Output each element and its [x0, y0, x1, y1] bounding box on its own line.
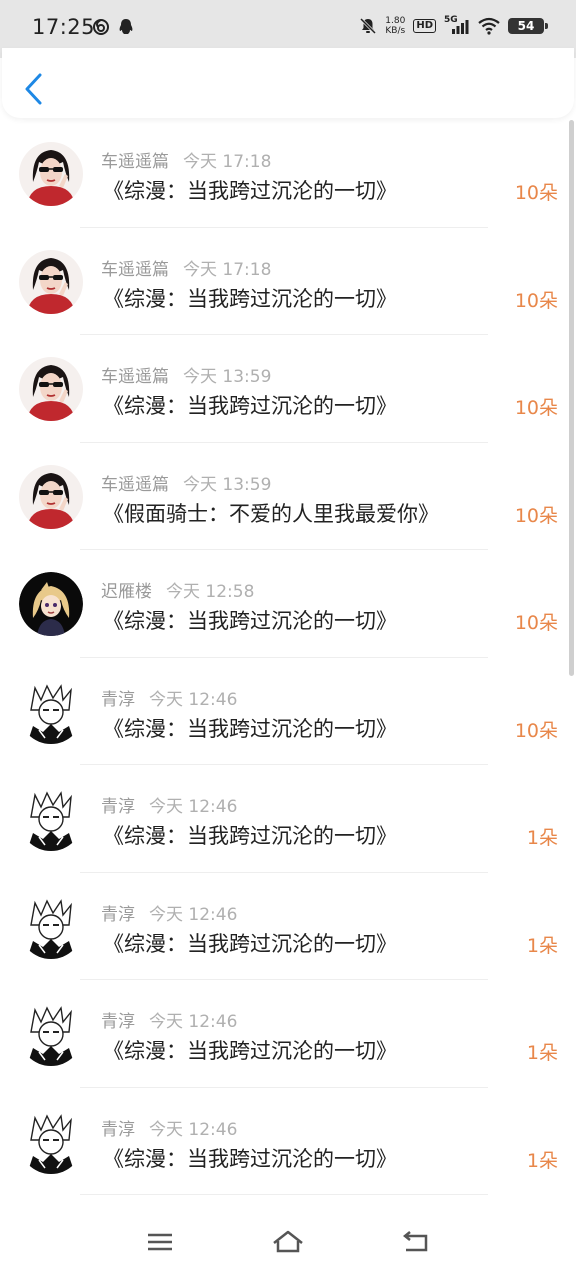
book-title: 《综漫：当我跨过沉沦的一切》: [103, 179, 397, 203]
status-right-icons: 1.80 KB/s HD 5G 54: [359, 15, 548, 36]
avatar-sketch-anime[interactable]: [19, 679, 83, 744]
top-app-bar: [2, 48, 574, 118]
chevron-left-icon: [25, 73, 42, 105]
recent-apps-button[interactable]: [140, 1226, 180, 1258]
username: 青淳: [101, 797, 135, 817]
flower-amount: 10朵: [514, 397, 558, 419]
list-item[interactable]: 迟雁楼 今天 12:58 《综漫：当我跨过沉沦的一切》 10朵: [0, 550, 576, 658]
book-title: 《综漫：当我跨过沉沦的一切》: [103, 1146, 397, 1171]
record-meta: 车遥遥篇 今天 13:59: [101, 362, 271, 387]
record-meta: 青淳 今天 12:46: [101, 1115, 237, 1140]
battery-indicator: 54: [508, 18, 548, 34]
avatar-sketch-anime[interactable]: [19, 1002, 83, 1066]
net-speed-value: 1.80: [385, 16, 406, 26]
avatar-sketch-anime[interactable]: [19, 894, 83, 959]
book-title: 《综漫：当我跨过沉沦的一切》: [103, 609, 397, 633]
book-title: 《综漫：当我跨过沉沦的一切》: [103, 1039, 397, 1063]
flower-amount: 10朵: [514, 504, 558, 527]
timestamp: 今天 12:58: [166, 582, 255, 602]
list-item[interactable]: 车遥遥篇 今天 17:18 《综漫：当我跨过沉沦的一切》 10朵: [0, 228, 576, 335]
timestamp: 今天 12:46: [149, 1012, 238, 1032]
status-left-icons: [92, 18, 134, 36]
book-title: 《综漫：当我跨过沉沦的一切》: [103, 716, 397, 741]
back-icon: [402, 1231, 428, 1252]
hd-badge: HD: [413, 19, 436, 33]
username: 青淳: [101, 1012, 135, 1032]
flower-amount: 1朵: [526, 1149, 558, 1172]
status-time: 17:25: [32, 15, 96, 39]
flower-amount: 10朵: [514, 719, 558, 742]
home-icon: [273, 1230, 303, 1253]
net-speed: 1.80 KB/s: [385, 16, 405, 36]
avatar-sketch-anime[interactable]: [19, 787, 83, 851]
record-meta: 青淳 今天 12:46: [101, 685, 237, 710]
book-title: 《综漫：当我跨过沉沦的一切》: [103, 286, 397, 311]
record-meta: 青淳 今天 12:46: [101, 1007, 237, 1032]
signal-5g-label: 5G: [444, 15, 458, 25]
swirl-app-icon: [93, 19, 109, 35]
timestamp: 今天 12:46: [149, 1119, 238, 1140]
flower-amount: 1朵: [526, 934, 558, 957]
list-item[interactable]: 青淳 今天 12:46 《综漫：当我跨过沉沦的一切》 1朵: [0, 980, 576, 1088]
timestamp: 今天 12:46: [149, 904, 238, 925]
list-item[interactable]: 车遥遥篇 今天 13:59 《综漫：当我跨过沉沦的一切》 10朵: [0, 335, 576, 443]
flower-amount: 10朵: [514, 182, 558, 204]
list-item[interactable]: 青淳 今天 12:46 《综漫：当我跨过沉沦的一切》 1朵: [0, 1088, 576, 1195]
net-speed-unit: KB/s: [385, 26, 406, 36]
username: 车遥遥篇: [101, 367, 169, 387]
username: 迟雁楼: [101, 582, 152, 602]
avatar-girl-sunglasses[interactable]: [19, 357, 83, 421]
record-meta: 车遥遥篇 今天 17:18: [101, 255, 271, 280]
list-item[interactable]: 车遥遥篇 今天 13:59 《假面骑士：不爱的人里我最爱你》 10朵: [0, 443, 576, 550]
book-title: 《综漫：当我跨过沉沦的一切》: [103, 824, 397, 848]
flower-amount: 10朵: [514, 612, 558, 634]
gift-record-list: 车遥遥篇 今天 17:18 《综漫：当我跨过沉沦的一切》 10朵 车遥遥篇 今天 1…: [0, 120, 576, 1195]
back-nav-button[interactable]: [396, 1226, 436, 1258]
list-item[interactable]: 青淳 今天 12:46 《综漫：当我跨过沉沦的一切》 10朵: [0, 658, 576, 765]
flower-amount: 10朵: [514, 289, 558, 312]
username: 青淳: [101, 904, 135, 925]
record-meta: 青淳 今天 12:46: [101, 792, 237, 817]
username: 车遥遥篇: [101, 474, 169, 495]
avatar-sketch-anime[interactable]: [19, 1109, 83, 1174]
book-title: 《综漫：当我跨过沉沦的一切》: [103, 931, 397, 956]
flower-amount: 1朵: [526, 1042, 558, 1064]
username: 车遥遥篇: [101, 152, 169, 172]
flower-amount: 1朵: [526, 827, 558, 849]
username: 车遥遥篇: [101, 259, 169, 280]
avatar-blonde-anime[interactable]: [19, 572, 83, 636]
system-nav-bar: [0, 1196, 576, 1280]
list-item[interactable]: 车遥遥篇 今天 17:18 《综漫：当我跨过沉沦的一切》 10朵: [0, 120, 576, 228]
record-meta: 迟雁楼 今天 12:58: [101, 577, 254, 602]
record-meta: 车遥遥篇 今天 17:18: [101, 147, 271, 172]
list-item[interactable]: 青淳 今天 12:46 《综漫：当我跨过沉沦的一切》 1朵: [0, 873, 576, 980]
timestamp: 今天 17:18: [183, 259, 272, 280]
timestamp: 今天 13:59: [183, 474, 272, 495]
timestamp: 今天 13:59: [183, 367, 272, 387]
username: 青淳: [101, 689, 135, 710]
signal-5g: 5G: [444, 15, 470, 35]
wifi-icon: [478, 17, 500, 35]
timestamp: 今天 12:46: [149, 797, 238, 817]
mute-bell-icon: [360, 17, 377, 35]
row-divider: [80, 1194, 488, 1195]
record-meta: 青淳 今天 12:46: [101, 900, 237, 925]
avatar-girl-sunglasses[interactable]: [19, 142, 83, 206]
username: 青淳: [101, 1119, 135, 1140]
timestamp: 今天 12:46: [149, 689, 238, 710]
qq-penguin-icon: [119, 19, 133, 34]
book-title: 《综漫：当我跨过沉沦的一切》: [103, 394, 397, 418]
avatar-girl-sunglasses[interactable]: [19, 249, 83, 314]
home-button[interactable]: [268, 1226, 308, 1258]
record-meta: 车遥遥篇 今天 13:59: [101, 470, 271, 495]
list-item[interactable]: 青淳 今天 12:46 《综漫：当我跨过沉沦的一切》 1朵: [0, 765, 576, 873]
timestamp: 今天 17:18: [183, 152, 272, 172]
avatar-girl-sunglasses[interactable]: [19, 464, 83, 529]
book-title: 《假面骑士：不爱的人里我最爱你》: [103, 501, 439, 526]
scrollbar[interactable]: [569, 120, 574, 676]
back-button[interactable]: [22, 72, 46, 106]
menu-icon: [148, 1233, 172, 1251]
